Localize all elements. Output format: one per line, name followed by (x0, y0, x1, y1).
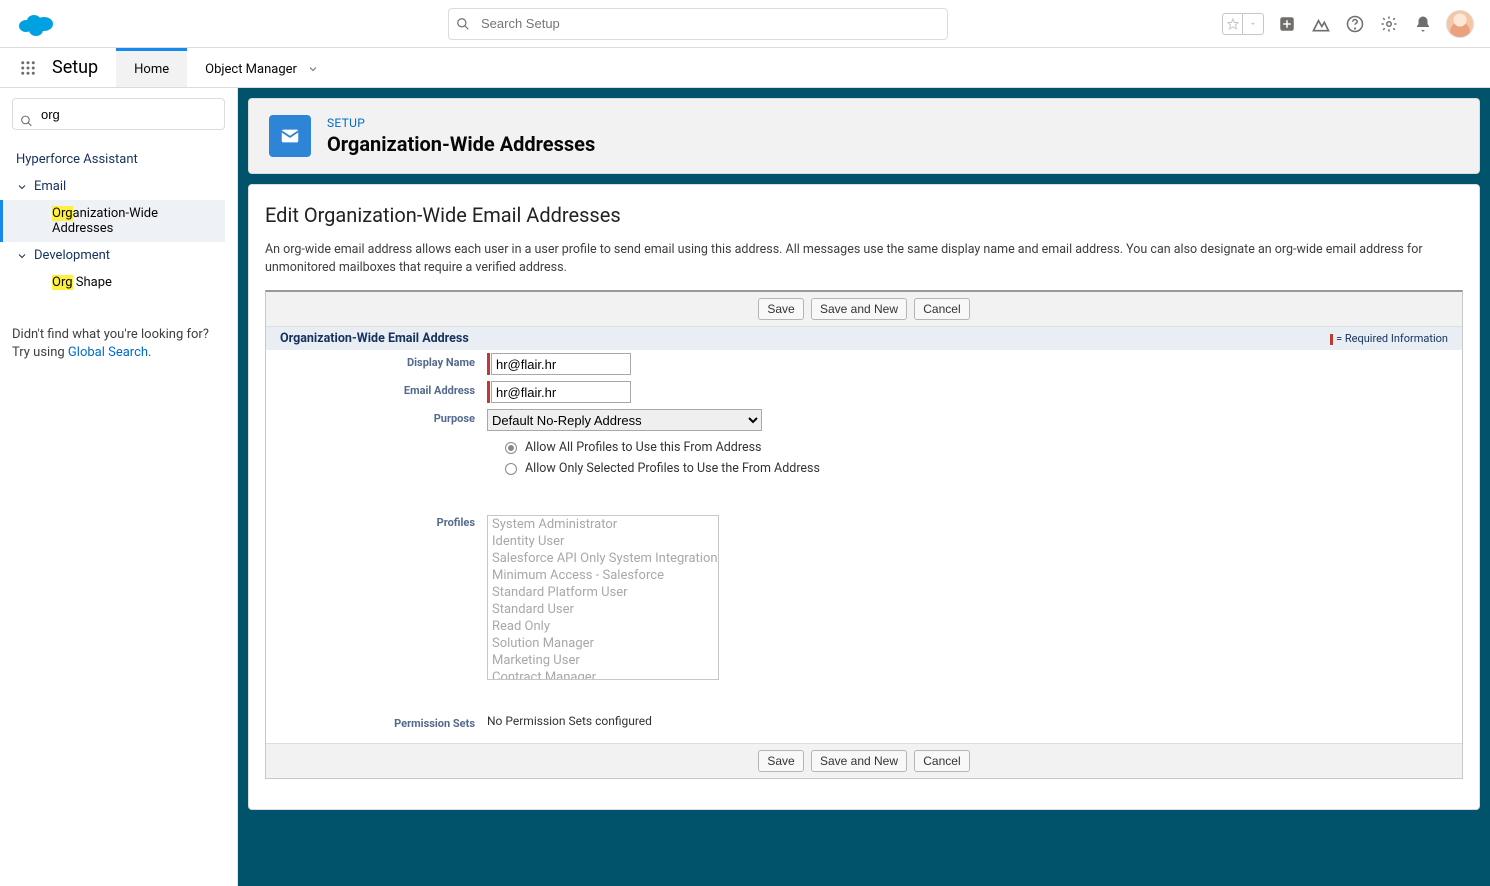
form-table: Display Name Email Address (266, 350, 1462, 743)
purpose-label: Purpose (266, 406, 481, 434)
global-search-link[interactable]: Global Search (68, 345, 148, 360)
app-name: Setup (46, 48, 116, 87)
radio-allow-all-label: Allow All Profiles to Use this From Addr… (525, 440, 761, 455)
sidebar-item-rest: Shape (73, 275, 112, 290)
page-header-card: SETUP Organization-Wide Addresses (248, 98, 1480, 174)
sidebar-item-highlight: Org (52, 275, 73, 290)
profile-option[interactable]: Solution Manager (488, 635, 718, 652)
tab-object-manager-label: Object Manager (205, 62, 297, 77)
email-address-label: Email Address (266, 378, 481, 406)
salesforce-logo (16, 10, 56, 38)
sidebar-group-email[interactable]: Email (12, 173, 225, 200)
profiles-label: Profiles (266, 510, 481, 683)
chevron-down-icon (307, 63, 319, 75)
tab-home-label: Home (134, 62, 169, 77)
content-card: Edit Organization-Wide Email Addresses A… (248, 184, 1480, 810)
section-header: Organization-Wide Email Address = Requir… (266, 327, 1462, 350)
content-description: An org-wide email address allows each us… (265, 241, 1463, 276)
header-icons (1222, 10, 1474, 38)
tab-object-manager[interactable]: Object Manager (187, 48, 337, 87)
sidebar-footer: Didn't find what you're looking for? Try… (12, 326, 225, 362)
email-address-input[interactable] (491, 381, 631, 403)
favorites-box[interactable] (1222, 13, 1264, 35)
user-avatar[interactable] (1446, 10, 1474, 38)
profile-option[interactable]: Identity User (488, 533, 718, 550)
radio-allow-selected-label: Allow Only Selected Profiles to Use the … (525, 461, 820, 476)
caret-down-icon (1243, 14, 1263, 34)
context-bar: Setup Home Object Manager (0, 48, 1490, 88)
global-header (0, 0, 1490, 48)
required-marker-icon (487, 353, 490, 375)
radio-allow-selected[interactable]: Allow Only Selected Profiles to Use the … (487, 458, 1456, 479)
sidebar-item-org-shape[interactable]: Org Shape (12, 269, 225, 296)
star-icon (1223, 14, 1243, 34)
radio-icon (505, 463, 517, 475)
save-new-button[interactable]: Save and New (811, 750, 907, 772)
help-icon[interactable] (1344, 13, 1366, 35)
button-row-bottom: Save Save and New Cancel (266, 743, 1462, 778)
global-search-wrap (448, 8, 948, 40)
save-button[interactable]: Save (758, 750, 803, 772)
save-new-button[interactable]: Save and New (811, 298, 907, 320)
main-content: SETUP Organization-Wide Addresses Edit O… (238, 88, 1490, 886)
chevron-down-icon (16, 250, 28, 262)
form-block: Save Save and New Cancel Organization-Wi… (265, 290, 1463, 779)
section-title: Organization-Wide Email Address (280, 331, 469, 346)
display-name-input[interactable] (491, 353, 631, 375)
tab-home[interactable]: Home (116, 48, 187, 87)
gear-icon[interactable] (1378, 13, 1400, 35)
required-legend: = Required Information (1330, 332, 1448, 345)
profile-option[interactable]: Read Only (488, 618, 718, 635)
cancel-button[interactable]: Cancel (914, 298, 969, 320)
radio-allow-all[interactable]: Allow All Profiles to Use this From Addr… (487, 437, 1456, 458)
profile-option[interactable]: Standard Platform User (488, 584, 718, 601)
sidebar-item-org-wide-addresses[interactable]: Organization-Wide Addresses (0, 200, 225, 242)
bell-icon[interactable] (1412, 13, 1434, 35)
global-search-input[interactable] (448, 8, 948, 40)
content-heading: Edit Organization-Wide Email Addresses (265, 203, 1463, 227)
sidebar-hyperforce[interactable]: Hyperforce Assistant (12, 146, 225, 173)
sidebar-search-input[interactable] (12, 98, 225, 130)
profiles-listbox[interactable]: System Administrator Identity User Sales… (487, 515, 719, 680)
sidebar-item-highlight: Org (52, 206, 73, 221)
button-row-top: Save Save and New Cancel (266, 292, 1462, 327)
profile-option[interactable]: Standard User (488, 601, 718, 618)
profile-option[interactable]: Contract Manager (488, 669, 718, 680)
sidebar-group-development[interactable]: Development (12, 242, 225, 269)
profile-option[interactable]: System Administrator (488, 516, 718, 533)
permission-sets-label: Permission Sets (266, 711, 481, 733)
required-marker-icon (487, 381, 490, 403)
plus-icon[interactable] (1276, 13, 1298, 35)
trailhead-icon[interactable] (1310, 13, 1332, 35)
radio-icon (505, 442, 517, 454)
purpose-select[interactable]: Default No-Reply Address (487, 409, 762, 431)
search-icon (456, 17, 470, 31)
setup-sidebar: Hyperforce Assistant Email Organization-… (0, 88, 238, 886)
search-icon (20, 115, 33, 128)
profile-option[interactable]: Salesforce API Only System Integrations (488, 550, 718, 567)
sidebar-group-dev-label: Development (34, 248, 110, 263)
breadcrumb: SETUP (327, 116, 595, 130)
save-button[interactable]: Save (758, 298, 803, 320)
cancel-button[interactable]: Cancel (914, 750, 969, 772)
chevron-down-icon (16, 181, 28, 193)
app-launcher-icon[interactable] (10, 48, 46, 87)
page-email-icon (269, 115, 311, 157)
display-name-label: Display Name (266, 350, 481, 378)
permission-sets-value: No Permission Sets configured (481, 711, 1462, 733)
profile-option[interactable]: Marketing User (488, 652, 718, 669)
profile-option[interactable]: Minimum Access - Salesforce (488, 567, 718, 584)
page-title: Organization-Wide Addresses (327, 132, 595, 156)
sidebar-group-email-label: Email (34, 179, 66, 194)
